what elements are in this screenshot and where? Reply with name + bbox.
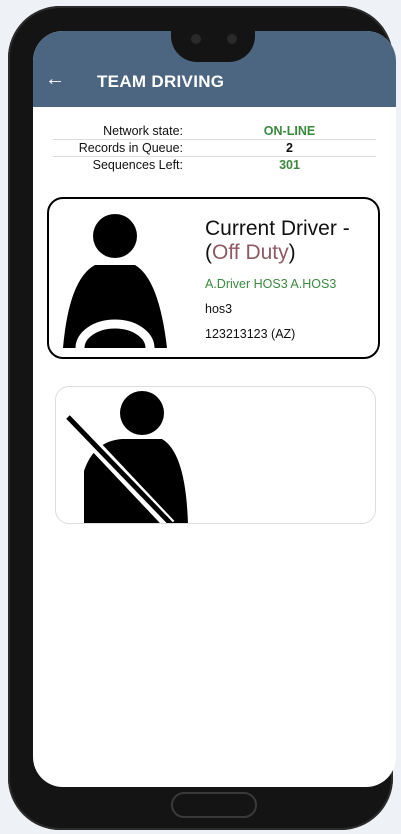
page-title: TEAM DRIVING xyxy=(97,72,225,91)
records-queue-value: 2 xyxy=(286,141,293,155)
status-table: Network state: ON-LINE Records in Queue:… xyxy=(53,123,376,173)
screen: ← TEAM DRIVING Network state: ON-LINE Re… xyxy=(33,31,396,787)
driver-name: A.Driver HOS3 A.HOS3 xyxy=(205,277,337,291)
records-queue-row: Records in Queue: 2 xyxy=(53,140,376,157)
sequences-left-row: Sequences Left: 301 xyxy=(53,157,376,173)
duty-status: (Off Duty) xyxy=(205,241,296,265)
camera-lens xyxy=(191,34,201,44)
current-driver-card[interactable]: Current Driver - (Off Duty) A.Driver HOS… xyxy=(47,197,380,359)
phone-frame: ← TEAM DRIVING Network state: ON-LINE Re… xyxy=(8,6,396,830)
network-state-value: ON-LINE xyxy=(263,124,316,138)
records-queue-label: Records in Queue: xyxy=(78,141,183,155)
co-driver-card[interactable] xyxy=(55,386,376,524)
duty-status-text: Off Duty xyxy=(212,241,289,264)
back-arrow-icon[interactable]: ← xyxy=(45,69,65,89)
driver-at-wheel-icon xyxy=(63,214,167,349)
duty-status-open-paren: ( xyxy=(205,241,212,264)
network-state-label: Network state: xyxy=(103,124,183,138)
camera-lens xyxy=(227,34,237,44)
home-gesture-bar[interactable] xyxy=(171,792,257,818)
driver-license: 123213123 (AZ) xyxy=(205,327,296,341)
duty-status-close-paren: ) xyxy=(288,241,296,264)
driver-username: hos3 xyxy=(205,302,233,316)
seatbelt-passenger-icon xyxy=(63,391,188,523)
network-state-row: Network state: ON-LINE xyxy=(53,123,376,140)
current-driver-heading: Current Driver - xyxy=(205,217,350,240)
sequences-left-value: 301 xyxy=(279,158,300,172)
sequences-left-label: Sequences Left: xyxy=(92,158,183,172)
camera-notch xyxy=(171,22,255,62)
